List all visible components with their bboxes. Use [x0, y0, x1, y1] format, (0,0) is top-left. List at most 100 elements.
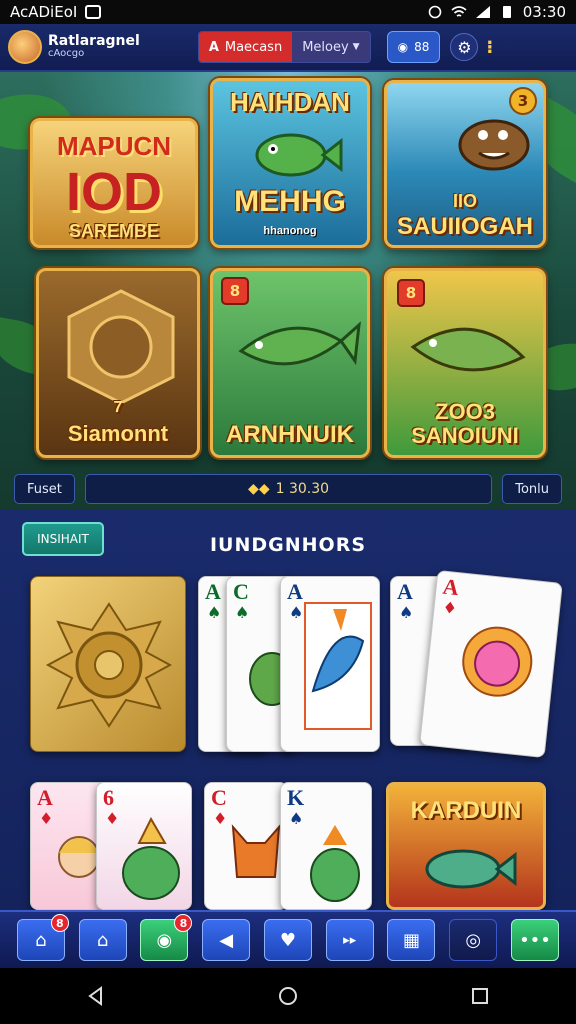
tile-subtitle: Siamonnt: [67, 421, 169, 446]
tile-badge: 8: [397, 279, 425, 307]
strip-left-button[interactable]: Fuset: [14, 474, 75, 504]
playing-card[interactable]: K ♠: [280, 782, 372, 910]
karduin-game-card[interactable]: KARDUIN: [386, 782, 546, 910]
card-rank: A: [205, 579, 221, 604]
card-rank: A: [37, 785, 53, 810]
card-rank: C: [211, 785, 227, 810]
back-icon[interactable]: [85, 985, 107, 1007]
circle-icon: ◎: [465, 929, 482, 951]
beaver-illustration: [458, 119, 530, 171]
card-suit: ♦: [213, 809, 228, 828]
nav-shop[interactable]: ⌂: [78, 919, 127, 961]
card-title: KARDUIN: [410, 797, 522, 824]
fox-illustration: [231, 824, 281, 878]
info-strip: Fuset ◆◆ 1 30.30 Tonlu: [14, 472, 562, 506]
nav-favorites[interactable]: ♥: [263, 919, 312, 961]
nav-send[interactable]: ◀: [202, 919, 251, 961]
nav-chat[interactable]: ◉ 8: [140, 914, 193, 961]
house-icon: ⌂: [96, 929, 109, 951]
frog-party-illustration: [122, 817, 180, 900]
chat-badge: 8: [174, 914, 193, 932]
game-tile-1[interactable]: MAPUCN IOD SAREMBE: [30, 118, 198, 248]
tile-subtitle-1: IIO: [452, 191, 477, 211]
tile-subtitle: SAREMBE: [68, 221, 159, 241]
heart-icon: ♥: [279, 929, 296, 951]
nav-home[interactable]: ⌂ 8: [16, 914, 69, 961]
carrier-label: AcADiEoI: [10, 3, 78, 21]
tile-title: HAIHDAN: [230, 87, 350, 117]
app-header: Ratlaragnel cAocgo A Maecasn Meloey ▼ ◉ …: [0, 24, 576, 72]
fish-illustration: [410, 327, 526, 372]
card-rank: C: [233, 579, 249, 604]
alarm-icon: [428, 5, 442, 19]
gold-emblem-card[interactable]: [30, 576, 186, 752]
card-rank: 6: [103, 785, 114, 810]
tile-number: 7: [113, 399, 123, 416]
card-suit: ♠: [207, 603, 222, 622]
coin-icon: ◉: [397, 40, 409, 54]
tab-active[interactable]: A Maecasn: [198, 32, 293, 62]
tab-inactive[interactable]: Meloey ▼: [292, 32, 370, 62]
nav-rewards[interactable]: ▸▸: [325, 919, 374, 961]
fish-illustration: [255, 133, 343, 177]
nav-settings[interactable]: ◎: [449, 919, 498, 961]
notification-icon: [85, 5, 102, 19]
card-suit: ♠: [289, 603, 304, 622]
strip-right-button[interactable]: Tonlu: [502, 474, 562, 504]
gem-icon: ◆◆: [248, 481, 270, 497]
game-tile-2[interactable]: HAIHDAN MEHHG hhanonog: [210, 78, 370, 248]
game-tile-6[interactable]: 8 ZOO3 SANOIUNI: [384, 268, 546, 458]
recents-icon[interactable]: [469, 985, 491, 1007]
nav-more[interactable]: •••: [511, 919, 559, 961]
card-section: INSIHAIT IUNDGNHORS A ♠ C ♠ A ♠ A ♠ A ♦ …: [0, 510, 576, 910]
tile-subtitle: MEHHG: [234, 185, 346, 218]
user-subtitle: cAocgo: [48, 48, 85, 60]
flower-creature-illustration: [462, 626, 533, 697]
section-title: IUNDGNHORS: [209, 534, 367, 556]
game-tile-4[interactable]: 7 Siamonnt: [36, 268, 200, 458]
grid-icon: ▦: [402, 929, 420, 951]
signal-icon: [475, 6, 490, 18]
tile-note: hhanonog: [263, 225, 317, 237]
card-suit: ♠: [399, 603, 414, 622]
coins-button[interactable]: ◉ 88: [386, 31, 441, 63]
user-info: Ratlaragnel cAocgo: [48, 34, 140, 59]
more-icon[interactable]: ⁝: [486, 37, 493, 58]
balance-display: ◆◆ 1 30.30: [84, 474, 493, 504]
nav-grid[interactable]: ▦: [387, 919, 436, 961]
card-suit: ♦: [441, 597, 458, 619]
header-tabs: A Maecasn Meloey ▼: [197, 31, 371, 63]
game-tile-5[interactable]: 8 ARNHNUIK: [210, 268, 370, 458]
card-rank: A: [397, 579, 413, 604]
card-rank: K: [287, 785, 305, 810]
playing-card[interactable]: 6 ♦: [96, 782, 192, 910]
home-circle-icon[interactable]: [277, 985, 299, 1007]
playing-card[interactable]: A ♦: [419, 569, 563, 759]
tile-subtitle-2: SANOIUNI: [411, 423, 519, 448]
system-nav-bar: [0, 968, 576, 1024]
fish-illustration: [238, 321, 361, 366]
battery-icon: [502, 6, 511, 18]
status-bar: AcADiEoI 03:30: [0, 0, 576, 24]
playing-card[interactable]: C ♦: [204, 782, 288, 910]
tile-subtitle: ARNHNUIK: [226, 421, 354, 448]
ticket-icon: ▸▸: [343, 932, 357, 948]
tab-inactive-label: Meloey: [302, 39, 349, 55]
home-icon: ⌂: [35, 929, 47, 951]
bottom-nav: ⌂ 8 ⌂ ◉ 8 ◀ ♥ ▸▸ ▦ ◎ •••: [0, 910, 576, 968]
gear-icon[interactable]: ⚙: [450, 33, 479, 61]
shark-illustration: [304, 602, 372, 730]
tile-title: MAPUCN: [56, 131, 172, 161]
playing-card[interactable]: A ♠: [280, 576, 380, 752]
card-suit: ♠: [289, 809, 304, 828]
clock: 03:30: [522, 3, 566, 21]
coins-value: 88: [414, 40, 430, 54]
game-grid-area: MAPUCN IOD SAREMBE HAIHDAN MEHHG hhanono…: [0, 72, 576, 510]
tab-active-mark: A: [208, 39, 219, 55]
card-rank: A: [287, 579, 303, 604]
avatar[interactable]: [8, 30, 42, 64]
fish-illustration: [425, 849, 517, 889]
tile-subtitle-2: SAUIIOGAH: [396, 213, 533, 240]
emblem-icon: [67, 289, 175, 405]
game-tile-3[interactable]: 3 IIO SAUIIOGAH: [384, 80, 546, 248]
